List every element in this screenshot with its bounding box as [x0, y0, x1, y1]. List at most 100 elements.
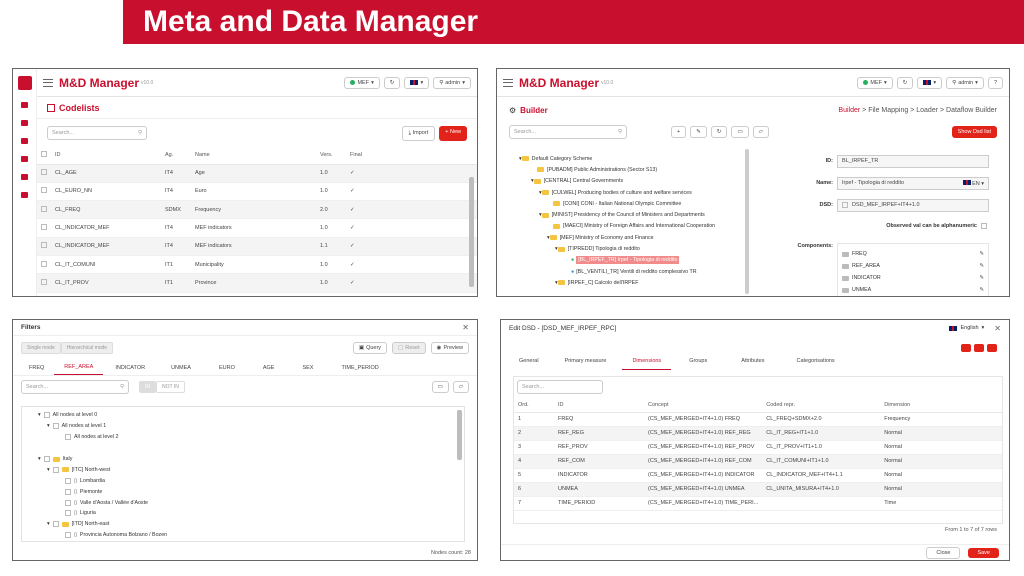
tree-node[interactable]: ▾ [TIPREDD] Tipologia di reddito — [519, 243, 745, 254]
table-row[interactable]: CL_INDICATOR_MEF IT4 MEF indicators 1.1 ✓ — [37, 237, 477, 256]
col-ord[interactable]: Ord. — [514, 398, 554, 413]
tab-unmea[interactable]: UNMEA — [157, 361, 205, 375]
tab-time-period[interactable]: TIME_PERIOD — [327, 361, 392, 375]
show-dsd-list-button[interactable]: Show Dsd list — [951, 126, 997, 138]
tab-age[interactable]: AGE — [249, 361, 289, 375]
hierarchical-mode-tab[interactable]: Hierarchical mode — [60, 342, 114, 354]
table-row[interactable]: 7 TIME_PERIOD (CS_MEF_MERGED+IT4+1.0) TIME… — [514, 496, 1002, 511]
tab-groups[interactable]: Groups — [671, 352, 725, 370]
tab-ref-area[interactable]: REF_AREA — [54, 361, 104, 375]
tree-node[interactable]: ▾ [CULWEL] Producing bodies of culture a… — [519, 187, 745, 198]
row-checkbox[interactable] — [41, 187, 47, 194]
table-row[interactable]: 1 FREQ (CS_MEF_MERGED+IT4+1.0) FREQ CL_FREQ… — [514, 412, 1002, 427]
refresh-tree-button[interactable]: ↻ — [710, 126, 728, 138]
folder-icon[interactable]: ▭ — [731, 126, 749, 138]
node-checkbox[interactable] — [52, 423, 59, 430]
save-button[interactable]: Save — [968, 547, 999, 558]
crumb-builder[interactable]: Builder — [838, 107, 860, 114]
export-icon[interactable] — [987, 344, 997, 352]
table-row[interactable]: 6 UNMEA (CS_MEF_MERGED+IT4+1.0) UNMEA CL_UN… — [514, 482, 1002, 497]
tree-node[interactable]: ▾ [MINIST] Presidency of the Council of … — [519, 209, 745, 220]
menu-icon[interactable] — [43, 78, 53, 87]
tree-node[interactable]: ▾ [CENTRAL] Central Governments — [519, 176, 745, 187]
name-lang-selector[interactable]: EN ▾ — [962, 179, 984, 187]
tab-euro[interactable]: EURO — [205, 361, 249, 375]
node-checkbox[interactable] — [43, 412, 50, 419]
preview-button[interactable]: ◉ Preview — [430, 342, 469, 354]
tree-node[interactable]: ▾ [ITC] North-west — [38, 464, 464, 475]
download-icon[interactable] — [961, 344, 971, 352]
open-folder-icon[interactable]: ▱ — [752, 126, 769, 138]
table-row[interactable]: CL_IT_COMUNI IT1 Municipality 1.0 ✓ — [37, 255, 477, 275]
tree-node[interactable]: [CONI] CONI - Italian National Olympic C… — [519, 198, 745, 209]
tree-node[interactable]: ▯ Valle d'Aosta / Vallée d'Aoste — [38, 497, 464, 508]
col-final[interactable]: Final — [346, 147, 477, 165]
table-row[interactable]: CL_INDICATOR_MEF IT4 MEF indicators 1.0 ✓ — [37, 218, 477, 238]
node-checkbox[interactable] — [65, 510, 71, 517]
nav-tools-icon[interactable] — [21, 138, 28, 144]
tree-node[interactable]: ▯ Lombardia — [38, 475, 464, 486]
tab-indicator[interactable]: INDICATOR — [103, 361, 157, 375]
language-selector[interactable]: ▾ — [917, 76, 943, 89]
menu-icon[interactable] — [503, 78, 513, 87]
col-name[interactable]: Name — [191, 147, 316, 165]
import-button[interactable]: ⤓ Import — [401, 125, 436, 141]
col-id[interactable]: ID — [554, 398, 644, 413]
node-checkbox[interactable] — [65, 499, 71, 506]
tab-attributes[interactable]: Attributes — [725, 352, 780, 370]
row-checkbox[interactable] — [41, 205, 47, 212]
add-node-button[interactable]: + — [671, 126, 687, 138]
row-checkbox[interactable] — [41, 260, 47, 267]
col-vers[interactable]: Vers. — [316, 147, 346, 165]
tab-dimensions[interactable]: Dimensions — [622, 352, 672, 370]
help-button[interactable]: ? — [987, 76, 1003, 89]
close-button[interactable]: Close — [926, 546, 961, 559]
crumb-file-mapping[interactable]: File Mapping — [868, 107, 908, 114]
tab-primary-measure[interactable]: Primary measure — [549, 352, 623, 370]
tab-categorisations[interactable]: Categorisations — [780, 352, 850, 370]
id-field[interactable]: BL_IRPEF_TR — [837, 154, 989, 168]
edit-icon[interactable]: ✎ — [980, 251, 984, 257]
in-option[interactable]: IN — [139, 381, 156, 393]
node-checkbox[interactable] — [65, 477, 71, 484]
dsd-field[interactable]: DSD_MEF_IRPEF+IT4+1.0 — [837, 198, 989, 212]
edit-icon[interactable]: ✎ — [980, 263, 984, 269]
table-row[interactable]: 2 REF_REG (CS_MEF_MERGED+IT4+1.0) REF_REG C… — [514, 426, 1002, 441]
list-item[interactable]: REF_AREA ✎ — [842, 260, 984, 272]
tree-node[interactable]: ▾ All nodes at level 0 — [38, 410, 464, 421]
language-selector[interactable]: ▾ — [404, 76, 430, 89]
table-row[interactable]: CL_EURO_NN IT4 Euro 1.0 ✓ — [37, 182, 477, 202]
dimensions-search-input[interactable]: Search... — [517, 380, 603, 394]
crumb-loader[interactable]: Loader — [916, 107, 938, 114]
name-field[interactable]: Irpef - Tipologia di reddito EN ▾ — [837, 176, 989, 190]
col-concept[interactable]: Concept — [644, 398, 763, 413]
single-mode-tab[interactable]: Single mode — [21, 342, 61, 354]
row-checkbox[interactable] — [41, 242, 47, 249]
tree-node[interactable]: All nodes at level 2 — [38, 432, 464, 443]
nav-builder-icon[interactable] — [21, 156, 28, 162]
user-menu[interactable]: ⚲ admin ▾ — [433, 76, 471, 89]
copy-icon[interactable] — [974, 344, 984, 352]
row-checkbox[interactable] — [41, 224, 47, 231]
refresh-button[interactable]: ↻ — [896, 76, 914, 89]
close-icon[interactable]: ✕ — [994, 324, 1001, 333]
reset-button[interactable]: ▢ Reset — [392, 342, 426, 354]
refresh-button[interactable]: ↻ — [383, 76, 401, 89]
table-row[interactable]: 3 REF_PROV (CS_MEF_MERGED+IT4+1.0) REF_PRO… — [514, 440, 1002, 455]
open-folder-icon[interactable]: ▱ — [452, 381, 469, 393]
env-selector[interactable]: MEF ▾ — [857, 76, 893, 89]
tree-node[interactable]: ▾ [ITD] North-east — [38, 519, 464, 530]
col-dimension[interactable]: Dimension — [880, 398, 1002, 413]
nav-location-icon[interactable] — [21, 174, 28, 180]
list-item[interactable]: INDICATOR ✎ — [842, 272, 984, 284]
table-row[interactable]: 4 REF_COM (CS_MEF_MERGED+IT4+1.0) REF_COM C… — [514, 454, 1002, 469]
table-row[interactable]: CL_AGE IT4 Age 1.0 ✓ — [37, 164, 477, 183]
col-id[interactable]: ID — [51, 147, 161, 165]
table-row[interactable]: 5 INDICATOR (CS_MEF_MERGED+IT4+1.0) INDICA… — [514, 468, 1002, 483]
language-selector[interactable]: English ▾ — [949, 325, 984, 331]
observed-alphanumeric-toggle[interactable] — [981, 223, 987, 229]
edit-icon[interactable]: ✎ — [980, 275, 984, 281]
tab-freq[interactable]: FREQ — [21, 361, 54, 375]
not-in-option[interactable]: NOT IN — [156, 381, 185, 393]
node-checkbox[interactable] — [65, 532, 71, 539]
